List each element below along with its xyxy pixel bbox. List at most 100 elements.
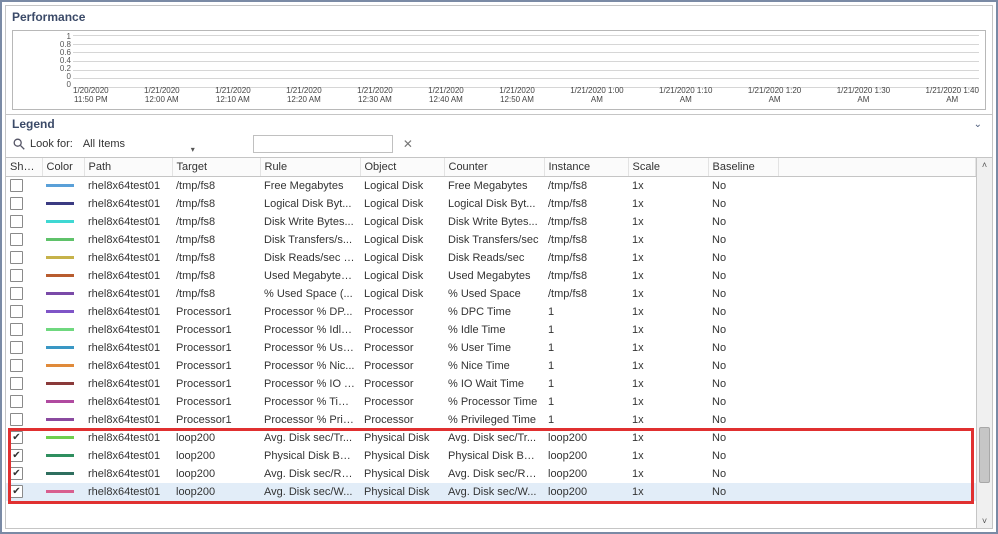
vertical-scrollbar[interactable]: ˄ ˅	[976, 158, 992, 528]
table-row[interactable]: rhel8x64test01loop200Physical Disk Byt..…	[6, 447, 976, 465]
x-tick: 1/21/2020 1:00AM	[570, 87, 623, 109]
table-row[interactable]: rhel8x64test01/tmp/fs8Logical Disk Byt..…	[6, 195, 976, 213]
grid-body: Show Color Path Target Rule Object Count…	[6, 158, 976, 528]
table-row[interactable]: rhel8x64test01loop200Avg. Disk sec/W...P…	[6, 483, 976, 501]
table-row[interactable]: rhel8x64test01Processor1Processor % IO T…	[6, 375, 976, 393]
color-swatch	[46, 256, 74, 259]
show-checkbox[interactable]	[10, 341, 23, 354]
table-row[interactable]: rhel8x64test01Processor1Processor % Use.…	[6, 339, 976, 357]
table-row[interactable]: rhel8x64test01/tmp/fs8Used Megabytes (..…	[6, 267, 976, 285]
cell-path: rhel8x64test01	[84, 303, 172, 321]
show-checkbox[interactable]	[10, 287, 23, 300]
cell-path: rhel8x64test01	[84, 267, 172, 285]
show-checkbox[interactable]	[10, 233, 23, 246]
cell-baseline: No	[708, 357, 778, 375]
col-show[interactable]: Show	[6, 158, 42, 177]
cell-baseline: No	[708, 339, 778, 357]
chart-grid	[73, 35, 979, 87]
scope-dropdown[interactable]: All Items ▾	[79, 135, 199, 153]
look-for-label: Look for:	[30, 138, 73, 150]
col-baseline[interactable]: Baseline	[708, 158, 778, 177]
cell-object: Processor	[360, 303, 444, 321]
table-row[interactable]: rhel8x64test01loop200Avg. Disk sec/Tr...…	[6, 429, 976, 447]
table-row[interactable]: rhel8x64test01Processor1Processor % Idle…	[6, 321, 976, 339]
cell-counter: % Used Space	[444, 285, 544, 303]
show-checkbox[interactable]	[10, 251, 23, 264]
cell-rule: Processor % Tim...	[260, 393, 360, 411]
show-checkbox[interactable]	[10, 377, 23, 390]
cell-scale: 1x	[628, 339, 708, 357]
cell-scale: 1x	[628, 483, 708, 501]
performance-chart[interactable]: 1 0.8 0.6 0.4 0.2 0 0 1/20/202011:50 PM1…	[12, 30, 986, 110]
col-target[interactable]: Target	[172, 158, 260, 177]
col-path[interactable]: Path	[84, 158, 172, 177]
scroll-thumb[interactable]	[979, 427, 990, 483]
col-color[interactable]: Color	[42, 158, 84, 177]
cell-path: rhel8x64test01	[84, 465, 172, 483]
clear-filter-button[interactable]: ✕	[397, 137, 419, 151]
show-checkbox[interactable]	[10, 395, 23, 408]
scroll-track[interactable]	[977, 172, 992, 514]
scroll-up-icon[interactable]: ˄	[982, 158, 987, 172]
show-checkbox[interactable]	[10, 431, 23, 444]
show-checkbox[interactable]	[10, 485, 23, 498]
table-row[interactable]: rhel8x64test01/tmp/fs8Free MegabytesLogi…	[6, 177, 976, 195]
x-tick: 1/21/202012:20 AM	[286, 87, 322, 109]
cell-rule: Processor % Idle...	[260, 321, 360, 339]
legend-header: Legend ⌄	[6, 114, 992, 133]
cell-scale: 1x	[628, 465, 708, 483]
cell-instance: 1	[544, 339, 628, 357]
cell-instance: /tmp/fs8	[544, 231, 628, 249]
cell-rule: Logical Disk Byt...	[260, 195, 360, 213]
cell-instance: 1	[544, 357, 628, 375]
col-instance[interactable]: Instance	[544, 158, 628, 177]
scroll-down-icon[interactable]: ˅	[982, 514, 987, 528]
show-checkbox[interactable]	[10, 269, 23, 282]
cell-object: Logical Disk	[360, 285, 444, 303]
show-checkbox[interactable]	[10, 215, 23, 228]
x-tick: 1/21/2020 1:20AM	[748, 87, 801, 109]
show-checkbox[interactable]	[10, 413, 23, 426]
table-row[interactable]: rhel8x64test01Processor1Processor % DP..…	[6, 303, 976, 321]
table-row[interactable]: rhel8x64test01/tmp/fs8Disk Write Bytes..…	[6, 213, 976, 231]
cell-scale: 1x	[628, 177, 708, 195]
search-icon	[12, 137, 26, 151]
table-row[interactable]: rhel8x64test01/tmp/fs8Disk Reads/sec (..…	[6, 249, 976, 267]
search-row: Look for: All Items ▾ ✕	[6, 133, 992, 157]
col-object[interactable]: Object	[360, 158, 444, 177]
color-swatch	[46, 328, 74, 331]
table-row[interactable]: rhel8x64test01Processor1Processor % Tim.…	[6, 393, 976, 411]
table-row[interactable]: rhel8x64test01/tmp/fs8% Used Space (...L…	[6, 285, 976, 303]
col-rule[interactable]: Rule	[260, 158, 360, 177]
col-scale[interactable]: Scale	[628, 158, 708, 177]
collapse-icon[interactable]: ⌄	[970, 119, 986, 130]
cell-target: /tmp/fs8	[172, 231, 260, 249]
color-swatch	[46, 220, 74, 223]
show-checkbox[interactable]	[10, 305, 23, 318]
table-row[interactable]: rhel8x64test01/tmp/fs8Disk Transfers/s..…	[6, 231, 976, 249]
show-checkbox[interactable]	[10, 323, 23, 336]
y-axis-labels: 1 0.8 0.6 0.4 0.2 0 0	[55, 33, 71, 87]
show-checkbox[interactable]	[10, 449, 23, 462]
cell-scale: 1x	[628, 303, 708, 321]
cell-object: Logical Disk	[360, 231, 444, 249]
cell-object: Processor	[360, 357, 444, 375]
cell-baseline: No	[708, 303, 778, 321]
cell-counter: Used Megabytes	[444, 267, 544, 285]
cell-baseline: No	[708, 411, 778, 429]
scope-dropdown-value: All Items	[83, 138, 125, 150]
cell-object: Logical Disk	[360, 249, 444, 267]
table-row[interactable]: rhel8x64test01loop200Avg. Disk sec/Re...…	[6, 465, 976, 483]
show-checkbox[interactable]	[10, 179, 23, 192]
cell-counter: % DPC Time	[444, 303, 544, 321]
color-swatch	[46, 400, 74, 403]
x-tick: 1/21/202012:30 AM	[357, 87, 393, 109]
show-checkbox[interactable]	[10, 197, 23, 210]
filter-input[interactable]	[253, 135, 393, 153]
show-checkbox[interactable]	[10, 359, 23, 372]
col-counter[interactable]: Counter	[444, 158, 544, 177]
table-row[interactable]: rhel8x64test01Processor1Processor % Nic.…	[6, 357, 976, 375]
cell-target: loop200	[172, 429, 260, 447]
show-checkbox[interactable]	[10, 467, 23, 480]
table-row[interactable]: rhel8x64test01Processor1Processor % Priv…	[6, 411, 976, 429]
